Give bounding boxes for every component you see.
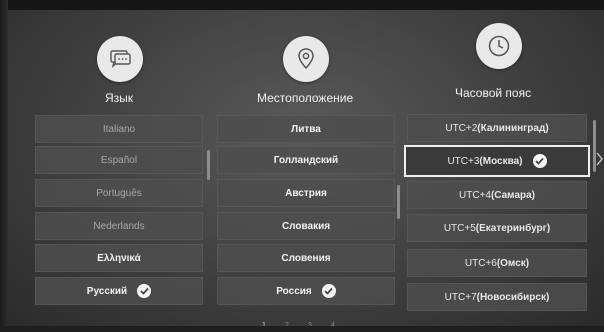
language-option-nederlands[interactable]: Nederlands (35, 212, 203, 240)
timezone-city: (Екатеринбург) (475, 222, 551, 234)
language-option-espanol[interactable]: Español (35, 146, 203, 174)
location-scrollbar[interactable] (397, 185, 400, 219)
screen-bezel-left (0, 0, 8, 332)
language-title: Язык (105, 91, 134, 105)
timezone-offset: UTC+5 (443, 222, 476, 234)
timezone-city: (Омск) (496, 257, 530, 269)
timezone-offset: UTC+7 (444, 291, 477, 303)
timezone-offset: UTC+6 (464, 257, 497, 269)
location-option-label: Голландский (273, 154, 339, 166)
location-title: Местоположение (257, 91, 354, 105)
chevron-right-icon[interactable] (596, 152, 603, 171)
timezone-option-utc2[interactable]: UTC+2 (Калининград) (407, 114, 587, 142)
location-option-slovenia[interactable]: Словения (217, 244, 395, 272)
timezone-city: (Новосибирск) (476, 291, 550, 303)
location-option-austria[interactable]: Австрия (217, 179, 395, 207)
language-option-label: Português (96, 187, 142, 199)
language-option-russian[interactable]: Русский (35, 277, 203, 305)
language-option-label: Italiano (102, 123, 136, 135)
clock-icon (476, 23, 522, 69)
language-option-greek[interactable]: Ελληνικά (35, 244, 203, 272)
location-option-slovakia[interactable]: Словакия (217, 212, 395, 240)
language-option-label: Русский (86, 285, 128, 297)
timezone-city: (Москва) (479, 155, 523, 167)
timezone-option-utc4[interactable]: UTC+4 (Самара) (407, 181, 587, 209)
location-option-label: Словакия (281, 220, 331, 232)
language-option-label: Nederlands (93, 220, 145, 232)
language-scrollbar[interactable] (207, 150, 210, 180)
location-pin-icon (283, 36, 329, 82)
timezone-option-utc6[interactable]: UTC+6 (Омск) (407, 249, 587, 277)
timezone-city: (Калининград) (477, 122, 549, 134)
checkmark-icon (532, 154, 547, 168)
checkmark-icon (137, 284, 152, 298)
location-option-russia[interactable]: Россия (217, 277, 395, 305)
timezone-option-utc7[interactable]: UTC+7 (Новосибирск) (407, 283, 587, 311)
timezone-offset: UTC+4 (458, 189, 491, 201)
checkmark-icon (321, 284, 336, 298)
timezone-offset: UTC+3 (447, 155, 480, 167)
language-option-italiano[interactable]: Italiano (35, 115, 203, 143)
location-option-netherlands[interactable]: Голландский (217, 146, 395, 174)
language-option-label: Español (100, 154, 138, 166)
timezone-title: Часовой пояс (455, 86, 532, 100)
location-option-label: Словения (281, 252, 331, 264)
location-option-label: Австрия (285, 187, 327, 199)
location-option-lithuania[interactable]: Литва (217, 115, 395, 143)
timezone-city: (Самара) (490, 189, 535, 201)
location-option-label: Россия (276, 285, 312, 297)
timezone-offset: UTC+2 (445, 122, 478, 134)
language-option-label: Ελληνικά (97, 252, 141, 264)
screen-bezel-bottom (0, 326, 604, 332)
timezone-option-utc5[interactable]: UTC+5 (Екатеринбург) (407, 214, 587, 242)
location-option-label: Литва (291, 123, 321, 135)
timezone-option-utc3-selected[interactable]: UTC+3 (Москва) (404, 145, 590, 177)
language-option-portugues[interactable]: Português (35, 179, 203, 207)
screen-bezel-top (0, 0, 604, 10)
chat-bubble-icon (97, 36, 143, 82)
